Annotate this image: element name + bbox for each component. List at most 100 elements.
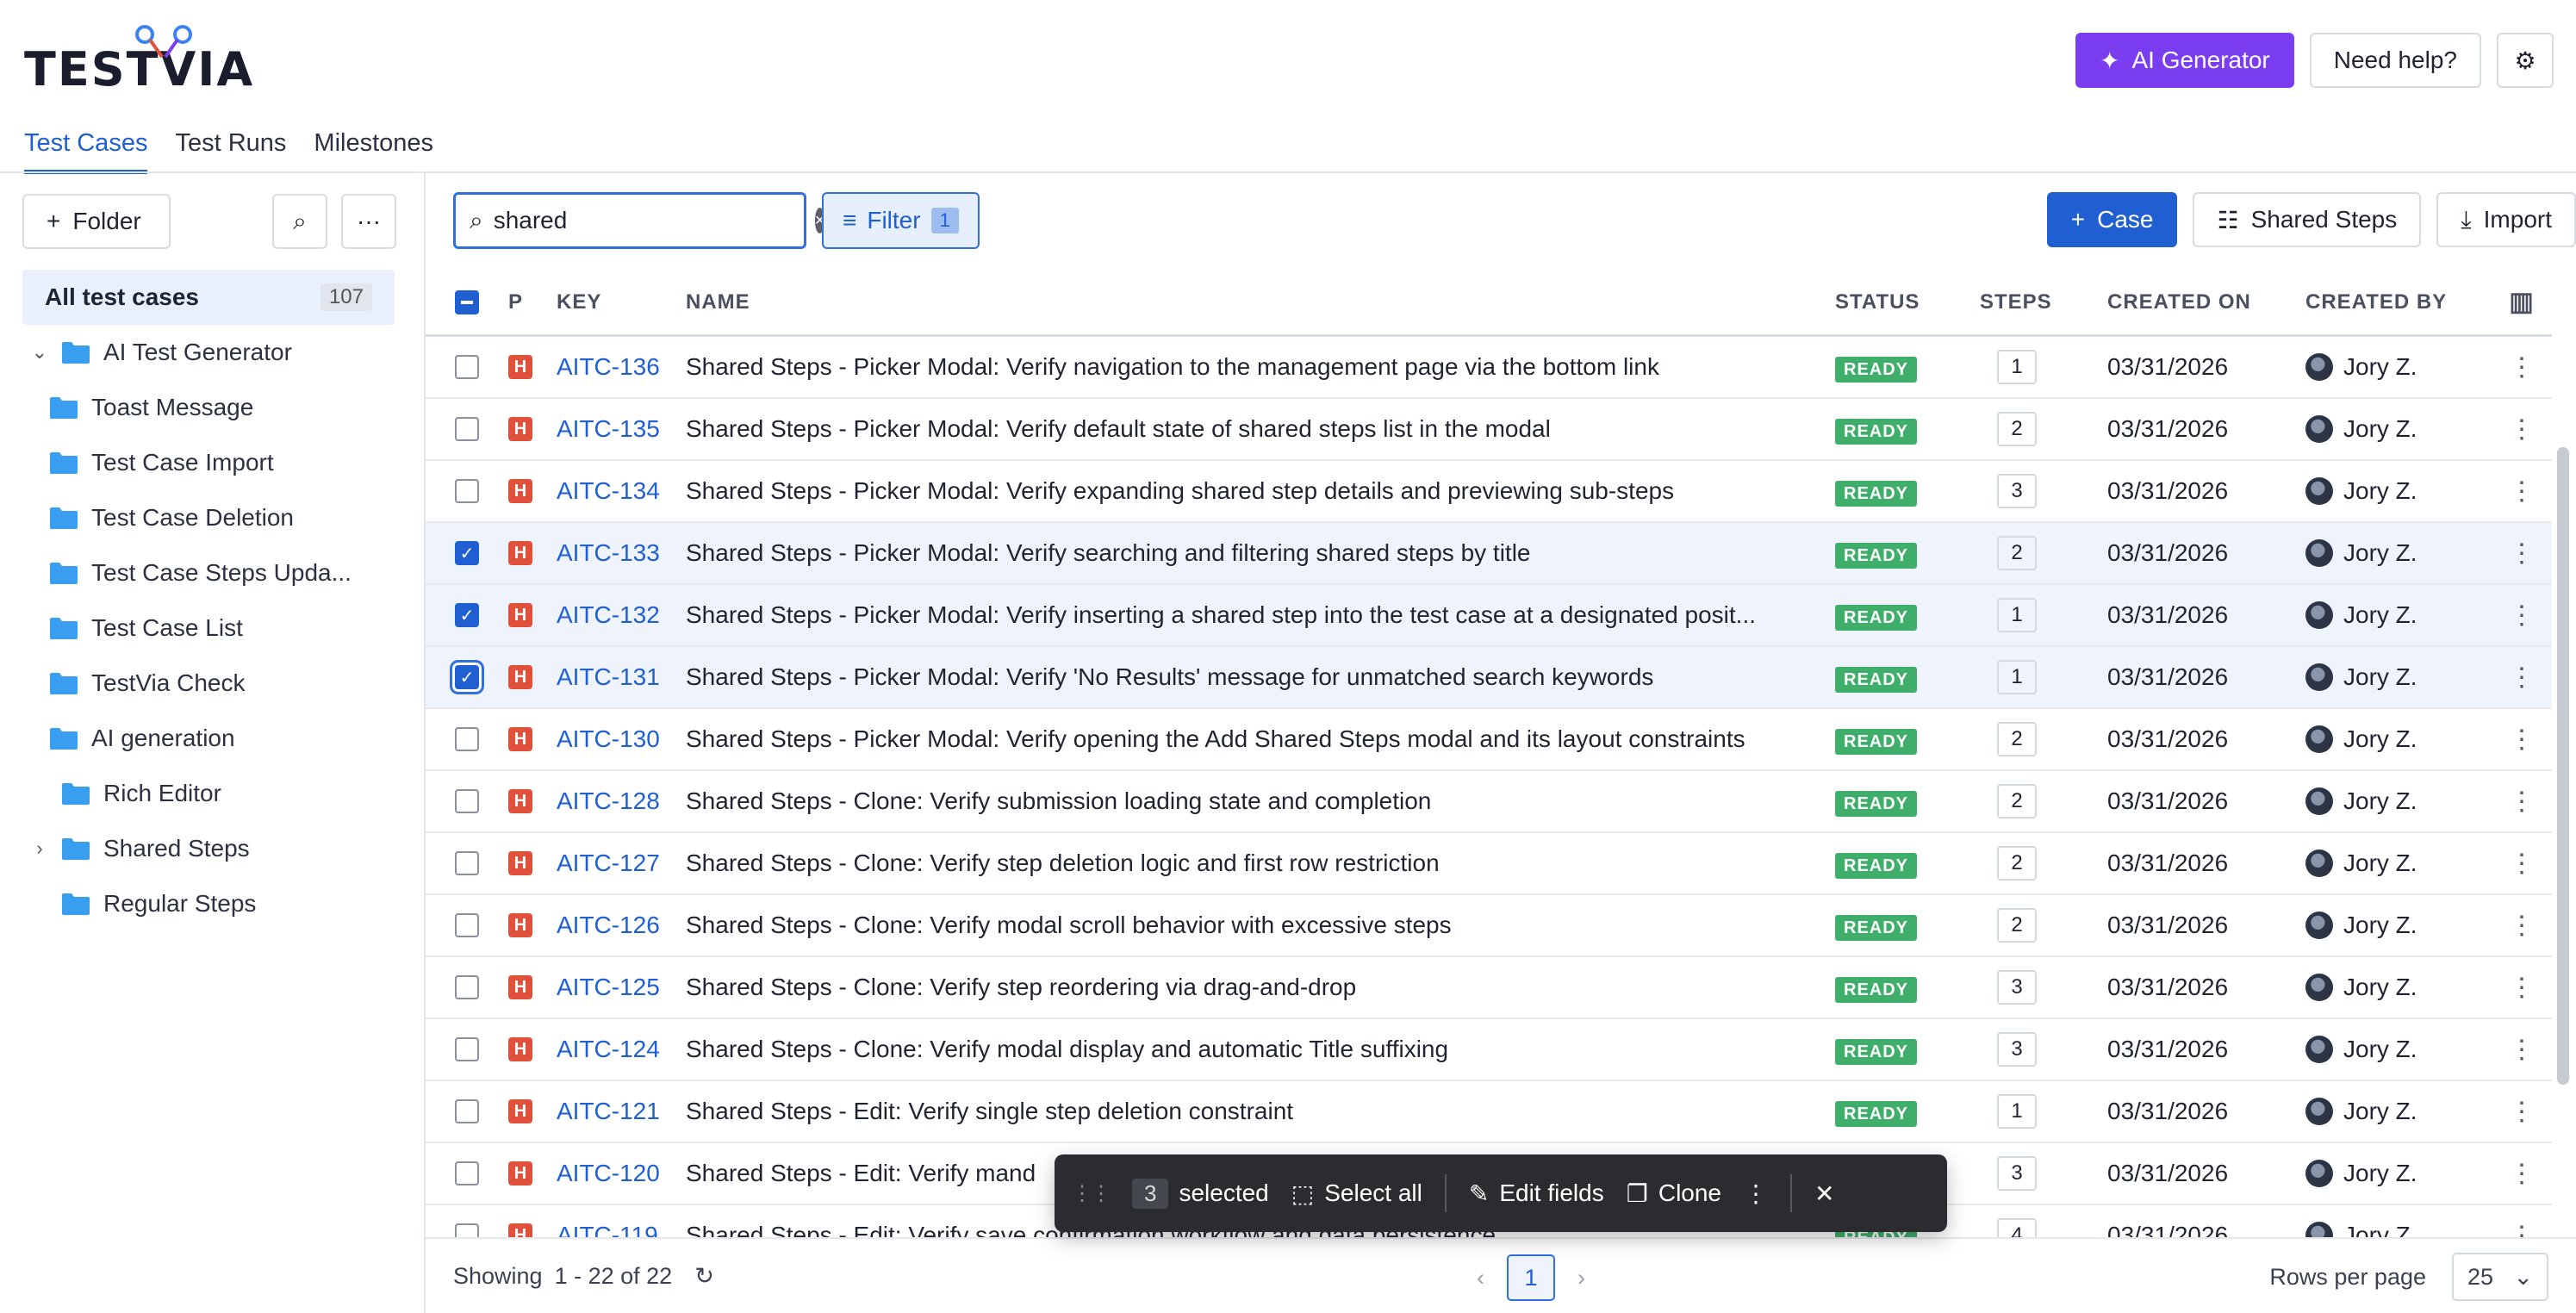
row-menu-icon[interactable]: ⋮ <box>2509 849 2535 879</box>
table-row[interactable]: ✓ H AITC-132 Shared Steps - Picker Modal: V… <box>426 585 2552 647</box>
case-name[interactable]: Shared Steps - Picker Modal: Verify open… <box>686 725 1835 753</box>
row-checkbox[interactable] <box>455 1099 479 1123</box>
case-key-link[interactable]: AITC-124 <box>557 1036 686 1063</box>
case-name[interactable]: Shared Steps - Picker Modal: Verify inse… <box>686 601 1835 629</box>
case-name[interactable]: Shared Steps - Picker Modal: Verify defa… <box>686 415 1835 443</box>
header-key[interactable]: KEY <box>557 290 686 314</box>
case-name[interactable]: Shared Steps - Clone: Verify step deleti… <box>686 849 1835 877</box>
select-all-button[interactable]: ⬚ Select all <box>1291 1179 1422 1208</box>
row-menu-icon[interactable]: ⋮ <box>2509 414 2535 445</box>
close-action-bar-button[interactable]: ✕ <box>1814 1179 1834 1208</box>
row-menu-icon[interactable]: ⋮ <box>2509 973 2535 1003</box>
case-key-link[interactable]: AITC-134 <box>557 477 686 505</box>
row-menu-icon[interactable]: ⋮ <box>2509 787 2535 817</box>
case-key-link[interactable]: AITC-125 <box>557 974 686 1001</box>
row-checkbox[interactable] <box>455 355 479 379</box>
row-checkbox[interactable] <box>455 913 479 937</box>
table-row[interactable]: H AITC-127 Shared Steps - Clone: Verify st… <box>426 833 2552 895</box>
table-row[interactable]: H AITC-136 Shared Steps - Picker Modal: Ve… <box>426 337 2552 399</box>
tree-item-folder[interactable]: ⌄ AI Test Generator <box>22 325 395 380</box>
case-name[interactable]: Shared Steps - Clone: Verify modal scrol… <box>686 912 1835 939</box>
refresh-icon[interactable]: ↻ <box>694 1263 714 1290</box>
clone-button[interactable]: ❐ Clone <box>1627 1179 1721 1208</box>
row-menu-icon[interactable]: ⋮ <box>2509 911 2535 941</box>
tree-item-folder[interactable]: Regular Steps <box>22 876 395 931</box>
case-key-link[interactable]: AITC-120 <box>557 1160 686 1187</box>
row-menu-icon[interactable]: ⋮ <box>2509 352 2535 383</box>
row-menu-icon[interactable]: ⋮ <box>2509 1097 2535 1127</box>
row-checkbox[interactable] <box>455 851 479 875</box>
prev-page-icon[interactable]: ‹ <box>1477 1265 1484 1291</box>
row-checkbox[interactable]: ✓ <box>455 665 479 689</box>
header-steps[interactable]: STEPS <box>1980 290 2107 314</box>
table-row[interactable]: H AITC-135 Shared Steps - Picker Modal: Ve… <box>426 399 2552 461</box>
row-menu-icon[interactable]: ⋮ <box>2509 725 2535 755</box>
rows-per-page-select[interactable]: 25 ⌄ <box>2452 1253 2548 1301</box>
tree-item-folder[interactable]: AI generation <box>22 711 395 766</box>
row-menu-icon[interactable]: ⋮ <box>2509 1159 2535 1189</box>
case-name[interactable]: Shared Steps - Picker Modal: Verify sear… <box>686 539 1835 567</box>
row-menu-icon[interactable]: ⋮ <box>2509 538 2535 569</box>
chevron-icon[interactable]: ⌄ <box>31 341 48 364</box>
case-name[interactable]: Shared Steps - Picker Modal: Verify expa… <box>686 477 1835 505</box>
tree-item-folder[interactable]: Test Case Import <box>22 435 395 490</box>
settings-button[interactable]: ⚙ <box>2497 33 2554 88</box>
add-case-button[interactable]: + Case <box>2046 192 2178 247</box>
case-key-link[interactable]: AITC-121 <box>557 1098 686 1125</box>
chevron-icon[interactable]: › <box>31 837 48 860</box>
row-checkbox[interactable] <box>455 1037 479 1061</box>
header-priority[interactable]: P <box>508 290 557 314</box>
header-name[interactable]: NAME <box>686 290 1835 314</box>
case-name[interactable]: Shared Steps - Clone: Verify submission … <box>686 787 1835 815</box>
ai-generator-button[interactable]: ✦ AI Generator <box>2075 33 2294 88</box>
case-key-link[interactable]: AITC-127 <box>557 849 686 877</box>
table-row[interactable]: H AITC-126 Shared Steps - Clone: Verify mo… <box>426 895 2552 957</box>
case-key-link[interactable]: AITC-135 <box>557 415 686 443</box>
row-menu-icon[interactable]: ⋮ <box>2509 1035 2535 1065</box>
case-name[interactable]: Shared Steps - Clone: Verify modal displ… <box>686 1036 1835 1063</box>
table-row[interactable]: ✓ H AITC-133 Shared Steps - Picker Modal: V… <box>426 523 2552 585</box>
table-scrollbar[interactable] <box>2557 447 2569 1085</box>
table-row[interactable]: H AITC-130 Shared Steps - Picker Modal: Ve… <box>426 709 2552 771</box>
tree-item-folder[interactable]: Test Case Deletion <box>22 490 395 545</box>
row-checkbox[interactable]: ✓ <box>455 541 479 565</box>
table-row[interactable]: H AITC-121 Shared Steps - Edit: Verify sin… <box>426 1081 2552 1143</box>
filter-button[interactable]: ≡ Filter 1 <box>822 192 980 249</box>
need-help-button[interactable]: Need help? <box>2309 33 2481 88</box>
header-status[interactable]: STATUS <box>1835 290 1980 314</box>
case-key-link[interactable]: AITC-132 <box>557 601 686 629</box>
case-name[interactable]: Shared Steps - Clone: Verify step reorde… <box>686 974 1835 1001</box>
row-checkbox[interactable] <box>455 479 479 503</box>
row-checkbox[interactable] <box>455 789 479 813</box>
case-name[interactable]: Shared Steps - Edit: Verify single step … <box>686 1098 1835 1125</box>
search-input[interactable] <box>493 207 805 234</box>
row-checkbox[interactable] <box>455 417 479 441</box>
header-created-on[interactable]: CREATED ON <box>2107 290 2305 314</box>
tab-milestones[interactable]: Milestones <box>314 129 433 174</box>
next-page-icon[interactable]: › <box>1577 1265 1585 1291</box>
folder-search-button[interactable]: ⌕ <box>272 194 327 249</box>
table-row[interactable]: ✓ H AITC-131 Shared Steps - Picker Modal: V… <box>426 647 2552 709</box>
table-row[interactable]: H AITC-124 Shared Steps - Clone: Verify mo… <box>426 1019 2552 1081</box>
row-menu-icon[interactable]: ⋮ <box>2509 476 2535 507</box>
select-all-checkbox[interactable] <box>455 289 479 314</box>
tree-item-folder[interactable]: › Shared Steps <box>22 821 395 876</box>
row-menu-icon[interactable]: ⋮ <box>2509 600 2535 631</box>
case-name[interactable]: Shared Steps - Picker Modal: Verify navi… <box>686 353 1835 381</box>
tree-item-folder[interactable]: TestVia Check <box>22 656 395 711</box>
tree-item-folder[interactable]: Test Case List <box>22 600 395 656</box>
row-menu-icon[interactable]: ⋮ <box>2509 663 2535 693</box>
tab-test-runs[interactable]: Test Runs <box>175 129 286 174</box>
header-created-by[interactable]: CREATED BY <box>2305 290 2492 314</box>
row-checkbox[interactable] <box>455 1161 479 1185</box>
row-checkbox[interactable] <box>455 975 479 999</box>
page-number-button[interactable]: 1 <box>1507 1254 1555 1301</box>
case-key-link[interactable]: AITC-136 <box>557 353 686 381</box>
table-row[interactable]: H AITC-134 Shared Steps - Picker Modal: Ve… <box>426 461 2552 523</box>
tree-item-folder[interactable]: Toast Message <box>22 380 395 435</box>
tab-test-cases[interactable]: Test Cases <box>24 129 148 174</box>
tree-item-folder[interactable]: Test Case Steps Upda... <box>22 545 395 600</box>
drag-handle-icon[interactable]: ⋮⋮ <box>1072 1181 1111 1206</box>
row-checkbox[interactable] <box>455 727 479 751</box>
table-row[interactable]: H AITC-125 Shared Steps - Clone: Verify st… <box>426 957 2552 1019</box>
